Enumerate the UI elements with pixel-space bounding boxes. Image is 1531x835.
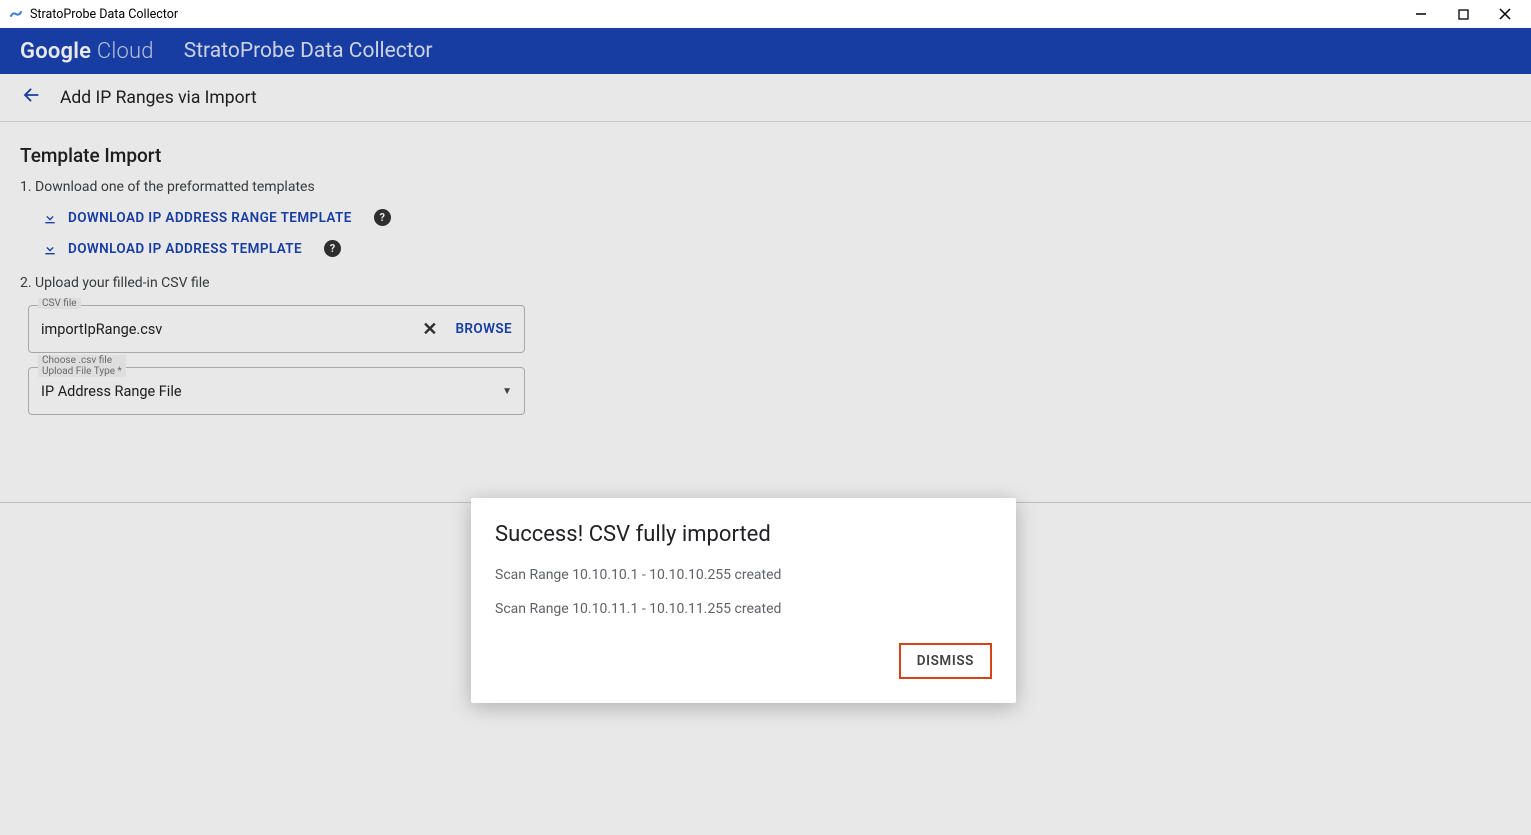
window-titlebar: StratoProbe Data Collector [0, 0, 1531, 28]
download-ip-range-template-link[interactable]: DOWNLOAD IP ADDRESS RANGE TEMPLATE [68, 210, 352, 226]
step-1-text: 1. Download one of the preformatted temp… [20, 179, 1511, 195]
download-icon [42, 210, 58, 226]
upload-type-label: Choose .csv file Upload File Type * [38, 355, 126, 377]
page-subheader: Add IP Ranges via Import [0, 74, 1531, 122]
modal-title: Success! CSV fully imported [495, 522, 992, 547]
window-controls [1413, 6, 1523, 22]
csv-file-value: importIpRange.csv [41, 321, 422, 338]
help-icon[interactable]: ? [324, 240, 341, 257]
success-modal: Success! CSV fully imported Scan Range 1… [471, 498, 1016, 703]
download-icon [42, 241, 58, 257]
modal-message-2: Scan Range 10.10.11.1 - 10.10.11.255 cre… [495, 601, 992, 617]
page-title: Add IP Ranges via Import [60, 88, 257, 108]
back-arrow-icon[interactable] [20, 84, 42, 112]
minimize-button[interactable] [1413, 6, 1429, 22]
close-button[interactable] [1497, 6, 1513, 22]
product-name: StratoProbe Data Collector [184, 39, 433, 63]
google-cloud-logo: Google Cloud [20, 39, 154, 64]
window-title: StratoProbe Data Collector [30, 7, 178, 22]
brand-bar: Google Cloud StratoProbe Data Collector [0, 28, 1531, 74]
maximize-button[interactable] [1455, 6, 1471, 22]
clear-icon[interactable]: ✕ [422, 319, 437, 340]
app-icon [8, 6, 24, 22]
modal-actions: DISMISS [495, 643, 992, 679]
section-heading: Template Import [20, 144, 1511, 167]
upload-type-field: Choose .csv file Upload File Type * IP A… [28, 367, 525, 415]
download-ip-address-template-link[interactable]: DOWNLOAD IP ADDRESS TEMPLATE [68, 241, 302, 257]
step-2-text: 2. Upload your filled-in CSV file [20, 275, 1511, 291]
csv-file-input-box[interactable]: importIpRange.csv ✕ BROWSE [28, 305, 525, 353]
csv-file-field: CSV file importIpRange.csv ✕ BROWSE [28, 305, 525, 353]
download-addr-row: DOWNLOAD IP ADDRESS TEMPLATE ? [42, 240, 1511, 257]
chevron-down-icon: ▼ [502, 386, 512, 397]
main-content: Template Import 1. Download one of the p… [0, 122, 1531, 437]
dismiss-button[interactable]: DISMISS [899, 643, 992, 679]
upload-type-value: IP Address Range File [41, 383, 502, 400]
browse-button[interactable]: BROWSE [455, 321, 512, 337]
modal-message-1: Scan Range 10.10.10.1 - 10.10.10.255 cre… [495, 567, 992, 583]
help-icon[interactable]: ? [374, 209, 391, 226]
download-range-row: DOWNLOAD IP ADDRESS RANGE TEMPLATE ? [42, 209, 1511, 226]
csv-file-label: CSV file [38, 298, 81, 309]
